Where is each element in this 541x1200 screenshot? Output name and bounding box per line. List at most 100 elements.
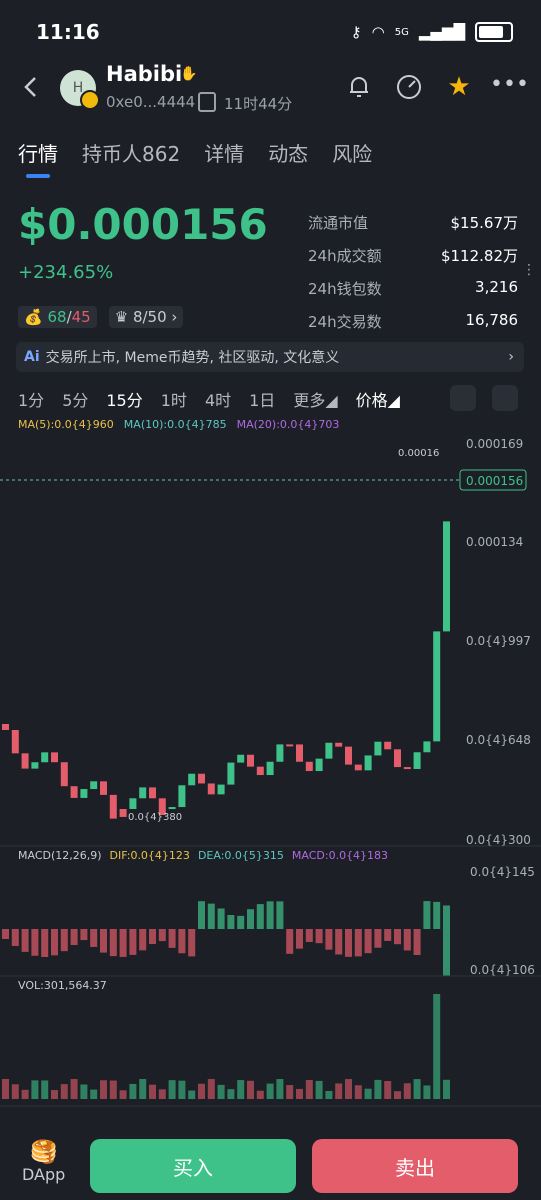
tab-holders[interactable]: 持币人862 [82,138,180,167]
candle [374,741,382,756]
candle [149,787,156,799]
macd-dea: DEA:0.0{5}315 [197,849,284,862]
interval-1h[interactable]: 1时 [161,387,187,411]
volume-bar [237,1080,245,1099]
volume-bar [119,1090,127,1099]
indicator-icon[interactable] [450,385,476,411]
ma10-label: MA(10):0.0{4}785 [123,418,227,431]
stat-volume: 24h成交额 $112.82万 [308,245,518,266]
macd-axis-top: 0.0{4}145 [470,865,535,879]
interval-5m[interactable]: 5分 [62,387,88,411]
macd-bar [266,901,274,929]
rank-badge[interactable]: ♛ 8/50 › [108,306,184,328]
tab-risk[interactable]: 风险 [332,138,372,167]
candle [80,789,88,798]
macd-bar [11,929,19,947]
candle [139,787,147,799]
dapp-icon: 🥞 [29,1140,58,1165]
chevron-right-icon: › [508,349,514,365]
network-label: 5G [394,26,409,38]
holders-a: 68 [47,308,67,326]
dapp-button[interactable]: 🥞 DApp [22,1140,65,1184]
more-icon[interactable]: ••• [490,72,529,102]
interval-15m[interactable]: 15分 [106,387,142,411]
volume-bar [443,1079,450,1099]
candle [70,786,78,798]
candle [198,773,205,784]
rank-value: 8/50 [132,308,167,326]
volume-bar [168,1080,176,1099]
price-toggle[interactable]: 价格◢ [356,387,400,411]
candle [178,785,186,808]
macd-bar [335,929,343,955]
volume-bar [266,1083,274,1099]
volume-bar [178,1080,186,1099]
stat-value: $112.82万 [440,247,518,265]
star-icon[interactable]: ★ [444,72,474,102]
candle [119,809,127,817]
macd-bar [119,929,127,957]
volume-bar [345,1079,352,1099]
key-icon: ⚷ [350,23,362,41]
macd-bars [2,901,450,976]
ai-icon: Ai [24,349,40,365]
volume-bar [158,1089,166,1099]
volume-bar [335,1083,343,1099]
volume-bar [374,1079,382,1099]
volume-bar [315,1080,323,1099]
volume-bar [90,1089,98,1099]
candle [60,762,68,787]
candle [443,521,450,632]
volume-bar [217,1084,225,1099]
macd-value: MACD:0.0{4}183 [291,849,389,862]
back-icon[interactable] [18,74,44,100]
macd-axis-bottom: 0.0{4}106 [470,963,535,977]
tab-underline [26,174,50,178]
tab-market[interactable]: 行情 [18,138,58,167]
volume-bar [129,1083,137,1099]
ma20-label: MA(20):0.0{4}703 [236,418,340,431]
candle [31,762,39,769]
candles [2,521,450,819]
tab-activity[interactable]: 动态 [268,138,308,167]
sell-button[interactable]: 卖出 [312,1139,518,1193]
macd-bar [168,929,176,948]
macd-bar [315,929,323,944]
candle [335,742,343,747]
ai-tagline[interactable]: Ai 交易所上市, Meme币趋势, 社区驱动, 文化意义 › [16,342,524,372]
candle [364,755,372,771]
interval-more[interactable]: 更多◢ [293,387,337,411]
copy-icon[interactable] [198,92,216,112]
buy-button[interactable]: 买入 [90,1139,296,1193]
price-chart[interactable]: 0.000156 0.00016 0.0{4}380 0.000169 0.00… [0,434,541,1114]
macd-bar [354,929,362,957]
holder-badge[interactable]: 💰 68/45 [18,306,97,328]
volume-bar [198,1083,205,1099]
candle [394,749,401,768]
gauge-icon[interactable] [394,72,424,102]
macd-bar [374,929,382,948]
interval-1d[interactable]: 1日 [249,387,275,411]
ma-legend: MA(5):0.0{4}960 MA(10):0.0{4}785 MA(20):… [18,418,339,431]
volume-legend: VOL:301,564.37 [18,979,107,992]
candle [384,741,392,750]
interval-4h[interactable]: 4时 [205,387,231,411]
candle [433,631,441,742]
candle [129,798,137,809]
token-age: 11时44分 [224,95,293,113]
candle [90,781,98,790]
candle [325,742,333,759]
macd-bar [413,929,421,955]
candle [21,753,29,769]
interval-1m[interactable]: 1分 [18,387,44,411]
tab-details[interactable]: 详情 [204,138,244,167]
macd-bar [256,904,264,929]
token-address[interactable]: 0xe0...4444 [106,93,195,111]
candle [188,773,196,786]
ma5-label: MA(5):0.0{4}960 [18,418,114,431]
macd-bar [433,901,441,929]
bell-icon[interactable] [344,72,374,102]
settings-icon[interactable] [492,385,518,411]
vertical-more-icon[interactable]: ⋮ [522,262,536,278]
candle [256,766,264,776]
